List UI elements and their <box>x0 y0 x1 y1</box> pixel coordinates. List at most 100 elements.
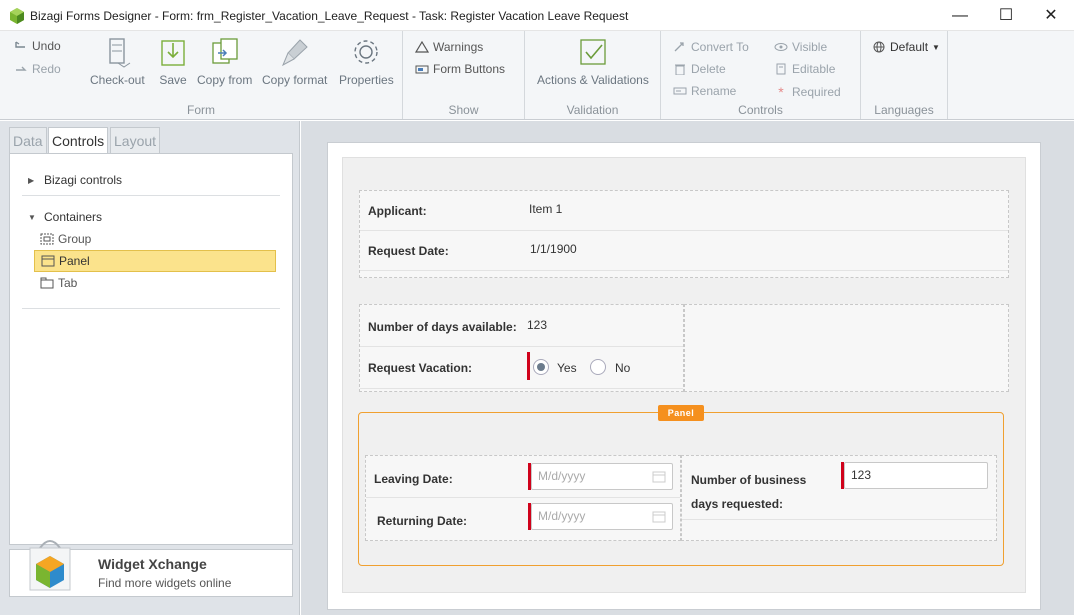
tab-layout[interactable]: Layout <box>110 127 161 153</box>
tab-data[interactable]: Data <box>9 127 47 153</box>
checkout-icon <box>109 38 131 68</box>
copy-format-button[interactable]: Copy format <box>262 37 327 87</box>
save-label: Save <box>159 73 187 87</box>
rename-icon <box>673 87 687 95</box>
ribbon-group-controls: Convert To Delete Rename Visible Editabl… <box>661 31 861 119</box>
business-days-label-cont: days requested: <box>691 497 784 511</box>
editable-button[interactable]: Editable <box>774 62 835 76</box>
tree-item-group[interactable]: Group <box>34 228 276 250</box>
copy-from-label: Copy from <box>197 73 253 87</box>
maximize-button[interactable]: ☐ <box>983 0 1029 31</box>
warnings-button[interactable]: Warnings <box>415 40 483 54</box>
language-dropdown[interactable]: Default ▼ <box>872 40 940 54</box>
vacation-group-left[interactable]: Number of days available: 123 Request Va… <box>359 304 684 392</box>
tree-item-tab[interactable]: Tab <box>34 272 276 294</box>
panel-column-right[interactable]: Number of business days requested: 123 <box>681 455 997 541</box>
request-date-label: Request Date: <box>368 244 449 258</box>
delete-label: Delete <box>691 62 726 76</box>
group-icon <box>40 233 54 245</box>
tree-divider <box>22 195 280 196</box>
tree-node-label: Bizagi controls <box>44 173 123 187</box>
visible-button[interactable]: Visible <box>774 40 827 54</box>
tree-item-label: Panel <box>59 254 90 268</box>
ribbon-group-form: Undo Redo Check-out Save Copy from Copy … <box>0 31 403 119</box>
selected-panel[interactable]: Panel Leaving Date: M/d/yyyy Returning D… <box>358 405 1004 566</box>
bizagi-app-icon <box>10 8 24 24</box>
window-title: Bizagi Forms Designer - Form: frm_Regist… <box>30 9 629 23</box>
leaving-date-placeholder: M/d/yyyy <box>538 469 586 483</box>
leaving-date-row: Leaving Date: M/d/yyyy <box>366 456 680 498</box>
applicant-row: Applicant: Item 1 <box>360 191 1008 231</box>
form-buttons-label: Form Buttons <box>433 62 506 76</box>
rename-button[interactable]: Rename <box>673 84 736 98</box>
form-area[interactable]: Applicant: Item 1 Request Date: 1/1/1900… <box>342 157 1026 593</box>
widget-xchange-link[interactable]: Widget Xchange Find more widgets online <box>9 540 293 597</box>
request-vacation-label: Request Vacation: <box>368 361 473 375</box>
tree-node-containers[interactable]: ▼ Containers <box>28 210 102 224</box>
undo-label: Undo <box>32 39 61 53</box>
gear-icon <box>354 40 379 64</box>
convert-icon <box>674 42 684 52</box>
business-days-row: Number of business days requested: 123 <box>682 456 996 520</box>
days-available-row: Number of days available: 123 <box>360 305 683 347</box>
ribbon-group-validation: Actions & Validations Validation <box>525 31 661 119</box>
actions-validations-button[interactable]: Actions & Validations <box>537 37 649 87</box>
returning-date-input[interactable]: M/d/yyyy <box>531 503 673 530</box>
eye-icon <box>774 43 788 51</box>
caret-right-icon: ▶ <box>28 175 35 185</box>
asterisk-icon: * <box>778 84 784 100</box>
tree-item-label: Group <box>58 232 92 246</box>
no-radio[interactable] <box>590 359 606 375</box>
show-group-label: Show <box>448 103 479 117</box>
tree-item-panel[interactable]: Panel <box>34 250 276 272</box>
convert-to-button[interactable]: Convert To <box>673 40 749 54</box>
applicant-label: Applicant: <box>368 204 427 218</box>
shopping-bag-icon <box>29 540 71 591</box>
panel-column-left[interactable]: Leaving Date: M/d/yyyy Returning Date: M… <box>365 455 681 541</box>
properties-button[interactable]: Properties <box>339 37 394 87</box>
controls-group-label: Controls <box>738 103 783 117</box>
save-icon <box>161 40 185 66</box>
vacation-group-right[interactable] <box>684 304 1009 392</box>
checkout-button[interactable]: Check-out <box>90 37 145 87</box>
tree-item-label: Tab <box>58 276 78 290</box>
form-buttons-icon <box>415 65 429 74</box>
save-button[interactable]: Save <box>158 37 188 87</box>
calendar-icon[interactable] <box>652 510 666 523</box>
form-buttons-button[interactable]: Form Buttons <box>415 62 505 76</box>
calendar-icon[interactable] <box>652 470 666 483</box>
required-button[interactable]: * Required <box>774 84 841 100</box>
required-label: Required <box>792 85 841 99</box>
business-days-input[interactable]: 123 <box>844 462 988 489</box>
design-canvas: Applicant: Item 1 Request Date: 1/1/1900… <box>301 121 1074 615</box>
panel-icon <box>41 255 55 267</box>
minimize-button[interactable]: — <box>937 0 983 31</box>
yes-radio[interactable] <box>533 359 549 375</box>
leaving-date-input[interactable]: M/d/yyyy <box>531 463 673 490</box>
ribbon-group-languages: Default ▼ Languages <box>861 31 948 119</box>
no-label: No <box>615 361 631 375</box>
request-date-row: Request Date: 1/1/1900 <box>360 231 1008 271</box>
tree-node-bizagi-controls[interactable]: ▶ Bizagi controls <box>28 173 122 187</box>
close-button[interactable]: ✕ <box>1028 0 1074 31</box>
redo-button[interactable]: Redo <box>14 62 61 76</box>
undo-button[interactable]: Undo <box>14 39 61 53</box>
days-available-label: Number of days available: <box>368 320 517 334</box>
language-value: Default <box>890 40 929 54</box>
warnings-label: Warnings <box>433 40 484 54</box>
edit-icon <box>776 63 786 75</box>
form-group-label: Form <box>187 103 215 117</box>
redo-icon <box>16 66 27 71</box>
widget-xchange-subtitle: Find more widgets online <box>98 576 232 590</box>
copy-from-button[interactable]: Copy from <box>197 37 252 87</box>
widget-xchange-title: Widget Xchange <box>98 556 207 572</box>
tab-controls[interactable]: Controls <box>48 127 109 154</box>
controls-tree: ▶ Bizagi controls ▼ Containers Group Pan… <box>9 153 293 545</box>
applicant-group[interactable]: Applicant: Item 1 Request Date: 1/1/1900 <box>359 190 1009 278</box>
globe-icon <box>873 41 885 53</box>
tree-node-label: Containers <box>44 210 103 224</box>
delete-button[interactable]: Delete <box>673 62 726 76</box>
leaving-date-label: Leaving Date: <box>374 472 453 486</box>
form-page: Applicant: Item 1 Request Date: 1/1/1900… <box>327 142 1041 610</box>
returning-date-row: Returning Date: M/d/yyyy <box>366 498 680 540</box>
